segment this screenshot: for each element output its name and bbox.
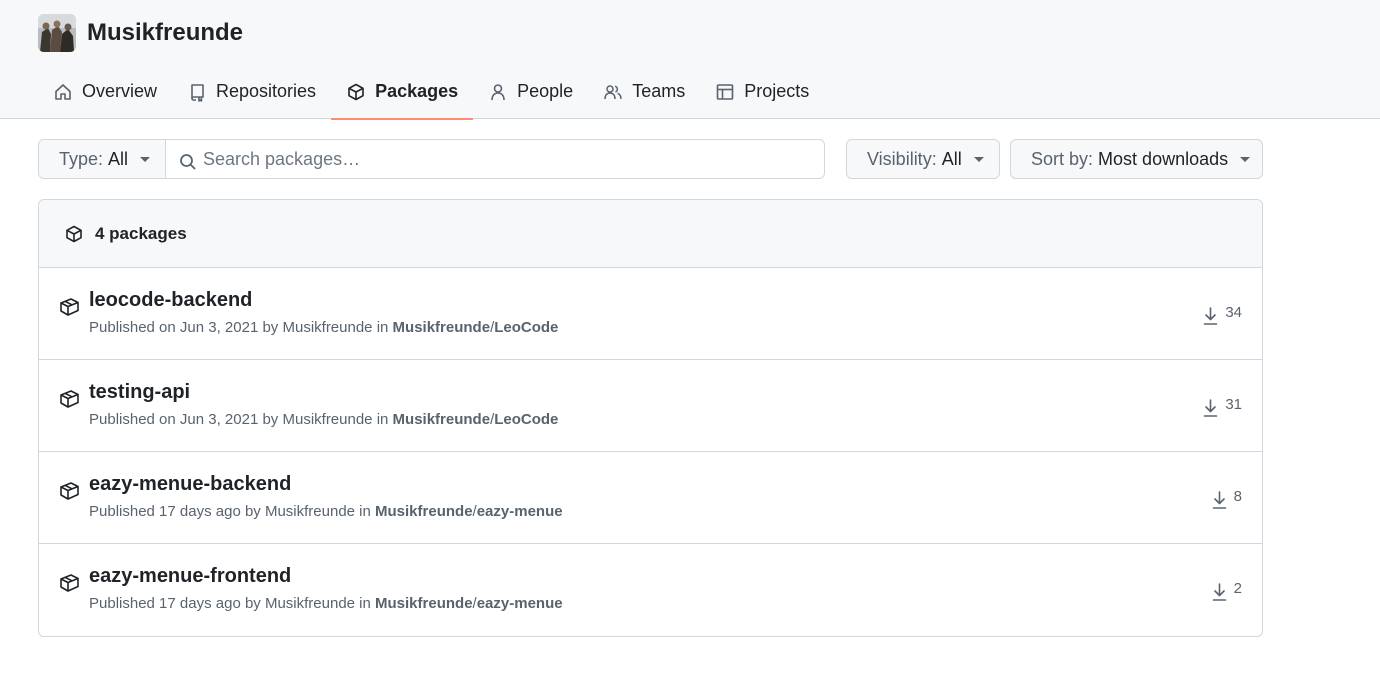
visibility-filter-value: All: [941, 148, 962, 169]
download-count-value: 34: [1225, 304, 1242, 321]
package-name-link[interactable]: eazy-menue-frontend: [89, 565, 291, 588]
download-icon: [1212, 491, 1226, 509]
tab-label: Packages: [375, 81, 459, 101]
package-meta: Published on Jun 3, 2021 by Musikfreunde…: [89, 411, 559, 428]
visibility-filter-label: Visibility:: [867, 148, 937, 169]
type-search-group: Type: All: [38, 139, 825, 179]
tab-label: Overview: [82, 81, 158, 101]
package-repo-link[interactable]: eazy-menue: [477, 595, 563, 612]
package-name-link[interactable]: leocode-backend: [89, 289, 252, 312]
package-repo-link[interactable]: LeoCode: [494, 411, 558, 428]
package-row: eazy-menue-frontend Published 17 days ag…: [39, 544, 1262, 636]
search-input[interactable]: [166, 140, 824, 178]
org-avatar[interactable]: [38, 14, 76, 52]
tab-projects[interactable]: Projects: [700, 64, 824, 119]
package-published: Published 17 days ago by Musikfreunde in: [89, 595, 371, 612]
package-icon: [60, 390, 79, 408]
package-filters: Type: All Visibility: All Sort by: Most …: [38, 139, 1263, 179]
download-icon: [1212, 583, 1226, 601]
package-row: leocode-backend Published on Jun 3, 2021…: [39, 268, 1262, 360]
download-count: 31: [1202, 396, 1242, 418]
person-icon: [491, 83, 505, 100]
package-owner-link[interactable]: Musikfreunde: [393, 411, 491, 428]
tab-teams[interactable]: Teams: [588, 64, 700, 119]
download-icon: [1204, 307, 1218, 325]
package-icon: [60, 482, 79, 500]
sort-button[interactable]: Sort by: Most downloads: [1010, 139, 1263, 179]
download-count: 34: [1202, 304, 1242, 326]
people-icon: [604, 84, 622, 99]
sort-value: Most downloads: [1098, 148, 1229, 169]
package-list: 4 packages leocode-backend Published on …: [38, 199, 1263, 637]
table-icon: [716, 83, 734, 100]
package-meta: Published 17 days ago by Musikfreunde in…: [89, 503, 563, 520]
tab-label: People: [517, 81, 574, 101]
tab-people[interactable]: People: [473, 64, 588, 119]
package-owner-link[interactable]: Musikfreunde: [375, 503, 473, 520]
package-icon: [348, 83, 364, 100]
visibility-filter-button[interactable]: Visibility: All: [846, 139, 1000, 179]
package-name-link[interactable]: testing-api: [89, 381, 190, 404]
package-row: testing-api Published on Jun 3, 2021 by …: [39, 360, 1262, 452]
org-title: Musikfreunde: [38, 14, 243, 52]
package-icon: [66, 225, 82, 242]
tab-label: Projects: [744, 81, 810, 101]
package-meta: Published 17 days ago by Musikfreunde in…: [89, 595, 563, 612]
repo-icon: [191, 83, 204, 102]
tab-packages[interactable]: Packages: [331, 64, 474, 120]
org-header: Musikfreunde Overview Repositories Packa…: [0, 0, 1380, 120]
package-published: Published on Jun 3, 2021 by Musikfreunde…: [89, 319, 389, 336]
sort-label: Sort by:: [1031, 148, 1094, 169]
package-icon: [60, 298, 79, 316]
package-meta: Published on Jun 3, 2021 by Musikfreunde…: [89, 319, 559, 336]
package-list-header: 4 packages: [39, 200, 1262, 268]
caret-down-icon: [1240, 156, 1251, 162]
download-count-value: 8: [1233, 488, 1242, 505]
download-icon: [1204, 399, 1218, 417]
package-published: Published 17 days ago by Musikfreunde in: [89, 503, 371, 520]
package-repo-link[interactable]: LeoCode: [494, 319, 558, 336]
package-icon: [60, 574, 79, 592]
type-filter-value: All: [108, 148, 129, 169]
package-row: eazy-menue-backend Published 17 days ago…: [39, 452, 1262, 544]
type-filter-label: Type:: [59, 148, 104, 169]
search-field: [166, 140, 824, 178]
package-name-link[interactable]: eazy-menue-backend: [89, 473, 291, 496]
download-count: 8: [1211, 488, 1242, 510]
tab-overview[interactable]: Overview: [38, 64, 172, 119]
package-published: Published on Jun 3, 2021 by Musikfreunde…: [89, 411, 389, 428]
package-repo-link[interactable]: eazy-menue: [477, 503, 563, 520]
tab-label: Repositories: [216, 81, 317, 101]
download-count: 2: [1211, 580, 1242, 602]
package-owner-link[interactable]: Musikfreunde: [375, 595, 473, 612]
search-icon: [180, 154, 196, 170]
download-count-value: 2: [1233, 580, 1242, 597]
org-nav-tabs: Overview Repositories Packages People Te…: [38, 64, 824, 120]
caret-down-icon: [140, 156, 151, 162]
package-count: 4 packages: [95, 223, 187, 243]
download-count-value: 31: [1225, 396, 1242, 413]
org-name[interactable]: Musikfreunde: [87, 19, 243, 47]
tab-repositories[interactable]: Repositories: [172, 64, 331, 119]
caret-down-icon: [973, 156, 984, 162]
home-icon: [55, 83, 71, 100]
package-owner-link[interactable]: Musikfreunde: [393, 319, 491, 336]
tab-label: Teams: [632, 81, 686, 101]
type-filter-button[interactable]: Type: All: [39, 140, 166, 178]
